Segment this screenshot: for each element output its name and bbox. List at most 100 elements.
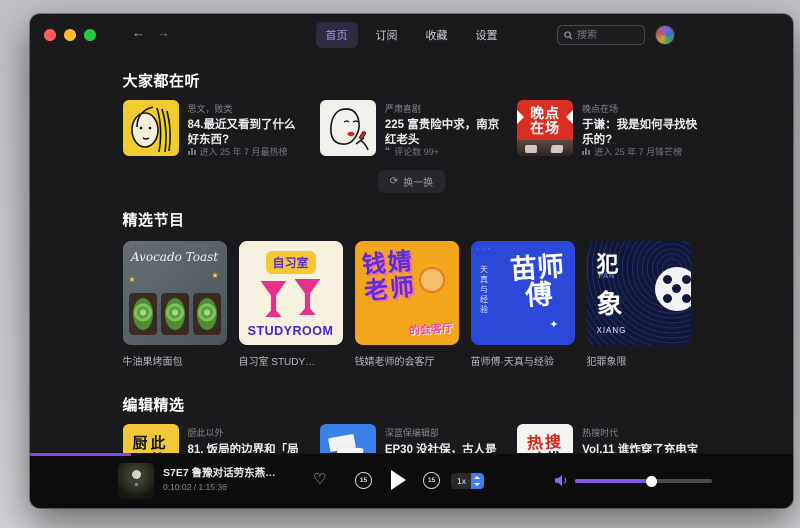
traffic-lights — [44, 29, 96, 41]
cover-title-text: XIANG — [597, 326, 627, 335]
episode-card[interactable]: 晚点 在场 晚点在场 于谦：我是如何寻找快乐的? 进入 25 年 7 月锋芒榜 — [517, 100, 700, 158]
refresh-icon: ⟳ — [390, 176, 398, 187]
show-label: 自习室 STUDY… — [239, 353, 343, 368]
rewind-15-icon[interactable]: 15 — [355, 472, 372, 489]
tab-home[interactable]: 首页 — [316, 22, 358, 48]
show-label: 犯罪象限 — [587, 353, 691, 368]
back-icon[interactable]: ← — [132, 25, 145, 40]
refresh-button[interactable]: ⟳ 换一换 — [378, 170, 445, 193]
podcast-name: 晚点在场 — [582, 102, 700, 114]
show-item[interactable]: · · · 天真与经验 苗师傅 ✦ 苗师傅·天真与经验 — [471, 241, 575, 368]
cover-smallprint: · · · — [477, 246, 491, 252]
main-content: 大家都在听 思文，败类 84.最近又看到了什么好东西? — [30, 56, 793, 453]
episode-card[interactable]: 深蓝保编辑部 EP30 没社保，古人是怎么养老的？几千年前的老祖宗们太超前… — [320, 424, 503, 453]
episode-card[interactable]: 严肃喜剧 225 富贵险中求，南京红老头 ❝ 评论数 99+ — [320, 100, 503, 158]
tab-subscriptions[interactable]: 订阅 — [366, 22, 408, 48]
cover-side-text: 天真与经验 — [479, 265, 490, 315]
show-cover-miaoshifu[interactable]: · · · 天真与经验 苗师傅 ✦ — [471, 241, 575, 345]
episode-title: EP30 没社保，古人是怎么养老的？几千年前的老祖宗们太超前… — [385, 443, 503, 453]
lipstick-face-art — [320, 100, 376, 156]
close-icon[interactable] — [44, 29, 56, 41]
podcast-cover-shenlan[interactable] — [320, 424, 376, 453]
playback-speed-select[interactable]: 1x — [451, 473, 484, 489]
player-bar: S7E7 鲁豫对话劳东燕… 0:10:02 / 1:15:36 ♡ 15 15 … — [30, 453, 793, 508]
episode-card[interactable]: 思文，败类 84.最近又看到了什么好东西? 进入 25 年 7 月最热榜 — [123, 100, 306, 158]
show-label: 牛油果烤面包 — [123, 353, 227, 368]
heart-icon[interactable]: ♡ — [313, 472, 326, 487]
cover-title-text: Avocado Toast — [123, 250, 227, 264]
studio-photo-art — [517, 140, 573, 156]
now-playing-title: S7E7 鲁豫对话劳东燕… — [163, 465, 313, 480]
cover-title-text: 钱婧 老师 — [360, 249, 416, 305]
line-face-art — [123, 100, 179, 156]
titlebar: ← → 首页 订阅 收藏 设置 — [30, 14, 793, 56]
cover-title-text: 晚点 在场 — [517, 106, 573, 136]
podcast-name: 严肃喜剧 — [385, 102, 503, 114]
avatar[interactable] — [655, 25, 675, 45]
section-heading-editors: 编辑精选 — [123, 394, 701, 415]
episode-title: 84.最近又看到了什么好东西? — [188, 118, 306, 145]
toast-art — [129, 293, 221, 335]
episode-title: 81. 饭局的边界和「局长」的权力 — [188, 443, 306, 453]
episode-card[interactable]: 热搜 时代 热搜时代 Vol.11 谁炸穿了充电宝行业｜对话锂电池专家墨柯 — [517, 424, 700, 453]
episode-card[interactable]: 厨此 以外 厨此以外 81. 饭局的边界和「局长」的权力 — [123, 424, 306, 453]
speed-label: 1x — [457, 476, 466, 486]
stepper-icon — [471, 473, 484, 489]
podcast-cover-chuci[interactable]: 厨此 以外 — [123, 424, 179, 453]
show-cover-avocado[interactable]: Avocado Toast ★ ★ — [123, 241, 227, 345]
show-cover-fanzui[interactable]: 犯 FAN 象 XIANG — [587, 241, 691, 345]
chart-icon — [188, 148, 196, 155]
show-label: 苗师傅·天真与经验 — [471, 353, 575, 368]
podcast-cover-siwen[interactable] — [123, 100, 179, 156]
show-item[interactable]: Avocado Toast ★ ★ 牛油果烤面包 — [123, 241, 227, 368]
podcast-cover-wandian[interactable]: 晚点 在场 — [517, 100, 573, 156]
glass-chair-art — [261, 281, 287, 317]
star-icon: ★ — [211, 271, 218, 280]
volume-fill — [575, 479, 652, 483]
tab-favorites[interactable]: 收藏 — [416, 22, 458, 48]
episode-meta: 进入 25 年 7 月锋芒榜 — [582, 145, 700, 158]
volume-knob[interactable] — [646, 476, 657, 487]
podcast-name: 厨此以外 — [188, 426, 306, 439]
glass-chair-art — [295, 279, 321, 315]
editors-row: 厨此 以外 厨此以外 81. 饭局的边界和「局长」的权力 — [123, 424, 701, 453]
play-icon[interactable] — [391, 470, 406, 490]
show-item[interactable]: 自习室 STUDYROOM 自习室 STUDY… — [239, 241, 343, 368]
podcast-cover-yansu[interactable] — [320, 100, 376, 156]
show-cover-qianjing[interactable]: 钱婧 老师 的会客厅 — [355, 241, 459, 345]
forward-15-icon[interactable]: 15 — [423, 472, 440, 489]
search-icon — [564, 31, 573, 40]
episode-title: 225 富贵险中求，南京红老头 — [385, 118, 503, 145]
film-reel-icon — [655, 267, 691, 311]
episode-title: Vol.11 谁炸穿了充电宝行业｜对话锂电池专家墨柯 — [582, 443, 700, 453]
maximize-icon[interactable] — [84, 29, 96, 41]
cover-title-text: 苗师傅 — [507, 253, 569, 311]
show-cover-studyroom[interactable]: 自习室 STUDYROOM — [239, 241, 343, 345]
minimize-icon[interactable] — [64, 29, 76, 41]
quote-icon: ❝ — [385, 149, 390, 155]
podcast-cover-resou[interactable]: 热搜 时代 — [517, 424, 573, 453]
cover-title-text: 热搜 — [527, 434, 564, 453]
episode-meta: 进入 25 年 7 月最热榜 — [188, 145, 306, 158]
mascot-art — [419, 267, 445, 293]
podcast-name: 热搜时代 — [582, 426, 700, 439]
app-window: ← → 首页 订阅 收藏 设置 大家都在听 — [30, 14, 793, 508]
featured-row: Avocado Toast ★ ★ 牛油果烤面包 自习室 STUDY — [123, 241, 701, 368]
podcast-name: 深蓝保编辑部 — [385, 426, 503, 439]
card-stack-art — [336, 446, 363, 453]
section-heading-listening: 大家都在听 — [123, 70, 701, 91]
show-item[interactable]: 钱婧 老师 的会客厅 钱婧老师的会客厅 — [355, 241, 459, 368]
search-field[interactable] — [577, 30, 637, 41]
show-item[interactable]: 犯 FAN 象 XIANG 犯罪象限 — [587, 241, 691, 368]
cover-title-text: 象 — [597, 284, 623, 321]
volume-icon[interactable] — [554, 474, 570, 487]
star-icon: ★ — [129, 275, 136, 284]
player-progress-fill — [30, 453, 131, 456]
now-playing-cover[interactable] — [118, 463, 154, 499]
cover-subtitle-text: 的会客厅 — [408, 319, 453, 338]
volume-slider[interactable] — [575, 479, 712, 483]
forward-icon[interactable]: → — [157, 25, 170, 40]
sparkle-icon: ✦ — [549, 318, 558, 331]
search-input[interactable] — [557, 25, 645, 45]
tab-settings[interactable]: 设置 — [466, 22, 508, 48]
